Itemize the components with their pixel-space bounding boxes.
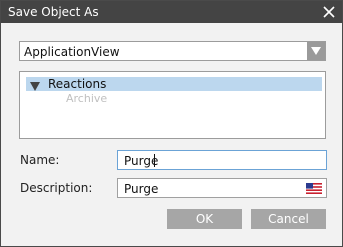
- description-field-value: Purge: [124, 182, 159, 196]
- title-bar[interactable]: Save Object As: [1, 1, 342, 23]
- tree-item-label: Reactions: [48, 77, 107, 91]
- description-label: Description:: [20, 181, 93, 195]
- tree-item-archive[interactable]: Archive: [66, 92, 107, 105]
- us-flag-icon[interactable]: [306, 183, 322, 197]
- description-field[interactable]: Purge: [117, 178, 327, 198]
- expand-triangle-icon[interactable]: [30, 80, 40, 94]
- location-dropdown[interactable]: ApplicationView: [19, 41, 326, 61]
- folder-tree: Reactions Archive: [19, 71, 326, 139]
- location-dropdown-value: ApplicationView: [24, 45, 120, 59]
- tree-item-reactions[interactable]: Reactions: [26, 77, 322, 91]
- chevron-down-icon[interactable]: [307, 42, 325, 60]
- cancel-button[interactable]: Cancel: [251, 209, 326, 229]
- text-caret: [154, 154, 155, 167]
- dialog-title: Save Object As: [8, 5, 99, 19]
- save-object-dialog: Save Object As ApplicationView Reactions…: [0, 0, 343, 247]
- ok-button[interactable]: OK: [167, 209, 242, 229]
- name-label: Name:: [20, 153, 60, 167]
- close-icon[interactable]: [320, 3, 338, 21]
- name-field[interactable]: Purge: [117, 150, 327, 170]
